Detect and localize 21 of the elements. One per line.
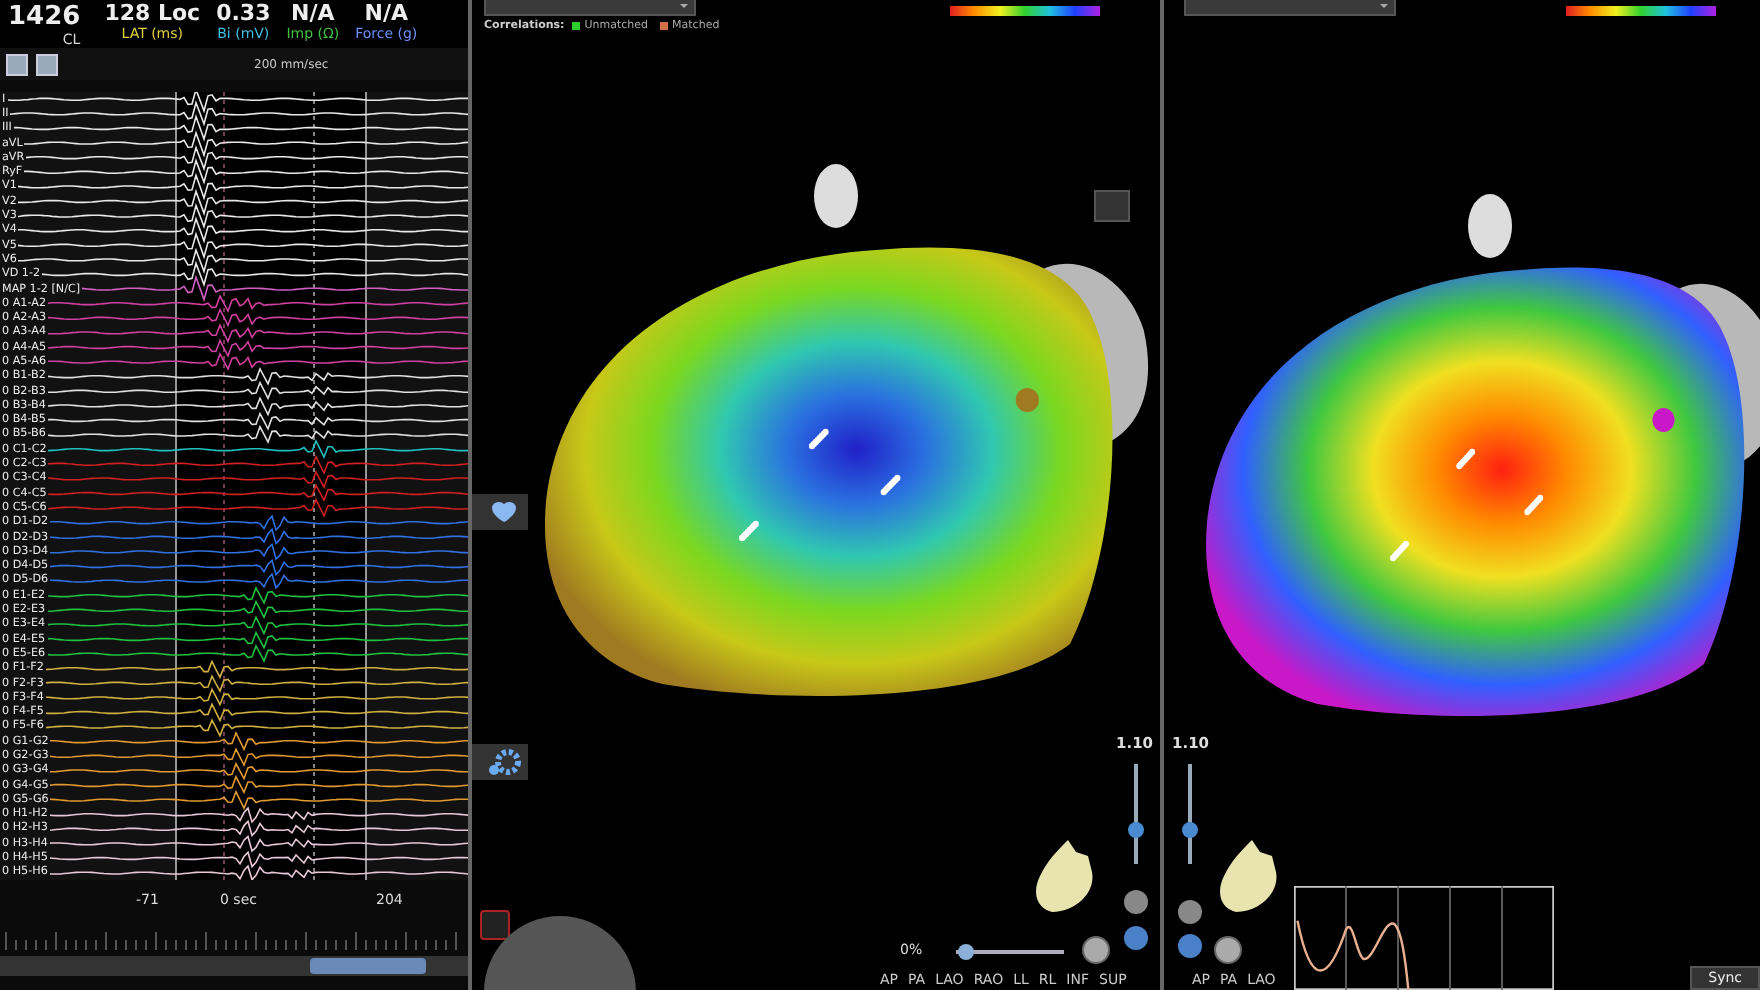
readout-value: 0.33 [216, 2, 271, 26]
readout-value: 128 Loc [104, 2, 201, 26]
rotate-button[interactable] [1124, 926, 1148, 950]
flip-button[interactable] [1178, 900, 1202, 924]
globe-button[interactable] [1082, 936, 1110, 964]
oval-marker [1468, 194, 1512, 258]
heart-tool-button[interactable] [472, 494, 528, 530]
globe-button[interactable] [1214, 936, 1242, 964]
scrollbar-thumb[interactable] [310, 958, 426, 974]
rotate-button[interactable] [1178, 934, 1202, 958]
scrollbar-track[interactable] [0, 956, 468, 976]
readout-value: N/A [364, 2, 408, 26]
settings-button[interactable] [472, 744, 528, 780]
readout-value: 1426 [8, 2, 81, 32]
gear-icon [484, 748, 524, 776]
slider-thumb[interactable] [1128, 821, 1144, 837]
slider-thumb[interactable] [1182, 821, 1198, 837]
slider-thumb[interactable] [958, 944, 975, 960]
flip-button[interactable] [1124, 890, 1148, 914]
readout-value: N/A [291, 2, 335, 26]
oval-marker [814, 164, 858, 228]
